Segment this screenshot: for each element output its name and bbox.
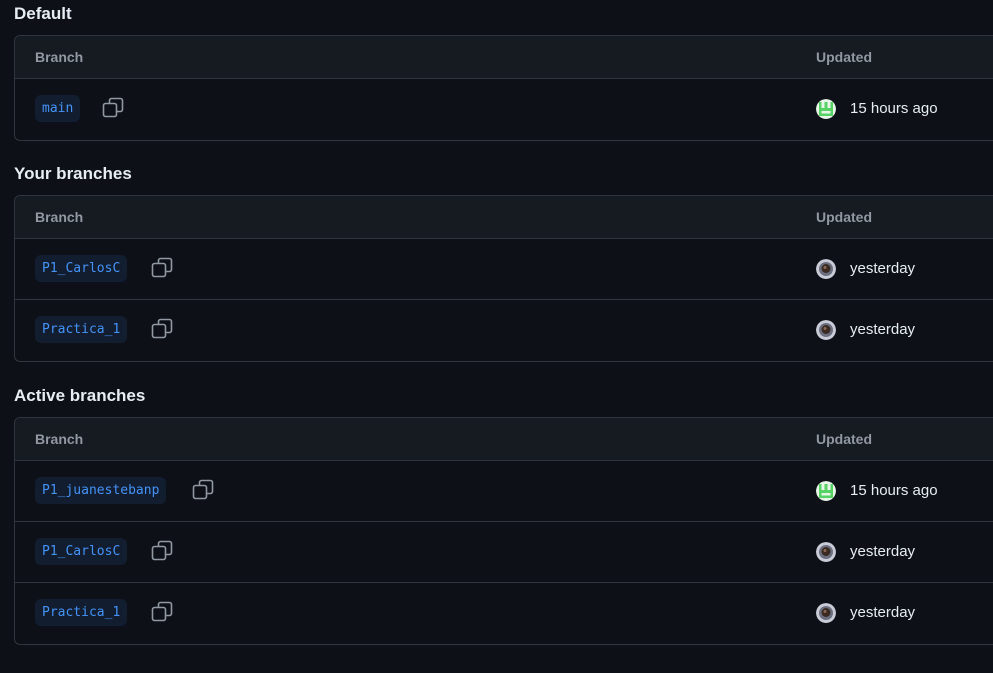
copy-icon[interactable] — [151, 257, 173, 279]
updated-time: 15 hours ago — [850, 482, 938, 499]
updated-time: yesterday — [850, 260, 916, 277]
table-row: P1_CarlosC yesterday — [15, 522, 993, 583]
branch-link[interactable]: P1_CarlosC — [35, 538, 128, 565]
branch-link[interactable]: Practica_1 — [35, 316, 128, 343]
table-row: P1_CarlosC yesterday — [15, 239, 993, 300]
table-row: Practica_1 yesterday — [15, 300, 993, 361]
branches-page: Default Branch Updated main 15 hours ago… — [0, 0, 993, 673]
copy-icon[interactable] — [151, 601, 173, 623]
column-header-branch: Branch — [35, 209, 84, 225]
photo-avatar[interactable] — [816, 320, 836, 340]
copy-icon[interactable] — [102, 97, 124, 119]
identicon-green-avatar[interactable] — [816, 99, 836, 119]
column-header-branch: Branch — [35, 49, 84, 65]
branch-link[interactable]: main — [35, 95, 81, 122]
photo-avatar[interactable] — [816, 259, 836, 279]
updated-time: 15 hours ago — [850, 100, 938, 117]
branch-link[interactable]: Practica_1 — [35, 599, 128, 626]
table-row: Practica_1 yesterday — [15, 583, 993, 644]
active-branches-table: Branch Updated P1_juanestebanp 15 hours … — [14, 417, 993, 645]
copy-icon[interactable] — [151, 540, 173, 562]
your-branches-table: Branch Updated P1_CarlosC yesterday Prac… — [14, 195, 993, 362]
photo-avatar[interactable] — [816, 603, 836, 623]
table-row: main 15 hours ago — [15, 79, 993, 140]
section-title-default: Default — [14, 4, 72, 23]
table-header: Branch Updated — [15, 36, 993, 79]
photo-avatar[interactable] — [816, 542, 836, 562]
column-header-updated: Updated — [816, 209, 872, 225]
table-header: Branch Updated — [15, 418, 993, 461]
identicon-green-avatar[interactable] — [816, 481, 836, 501]
table-row: P1_juanestebanp 15 hours ago — [15, 461, 993, 522]
branch-link[interactable]: P1_juanestebanp — [35, 477, 167, 504]
section-title-active-branches: Active branches — [14, 386, 146, 405]
updated-time: yesterday — [850, 543, 916, 560]
table-header: Branch Updated — [15, 196, 993, 239]
copy-icon[interactable] — [192, 479, 214, 501]
copy-icon[interactable] — [151, 318, 173, 340]
updated-time: yesterday — [850, 604, 916, 621]
column-header-updated: Updated — [816, 49, 872, 65]
updated-time: yesterday — [850, 321, 916, 338]
column-header-branch: Branch — [35, 431, 84, 447]
column-header-updated: Updated — [816, 431, 872, 447]
section-title-your-branches: Your branches — [14, 164, 132, 183]
branch-link[interactable]: P1_CarlosC — [35, 255, 128, 282]
default-branch-table: Branch Updated main 15 hours ago — [14, 35, 993, 141]
